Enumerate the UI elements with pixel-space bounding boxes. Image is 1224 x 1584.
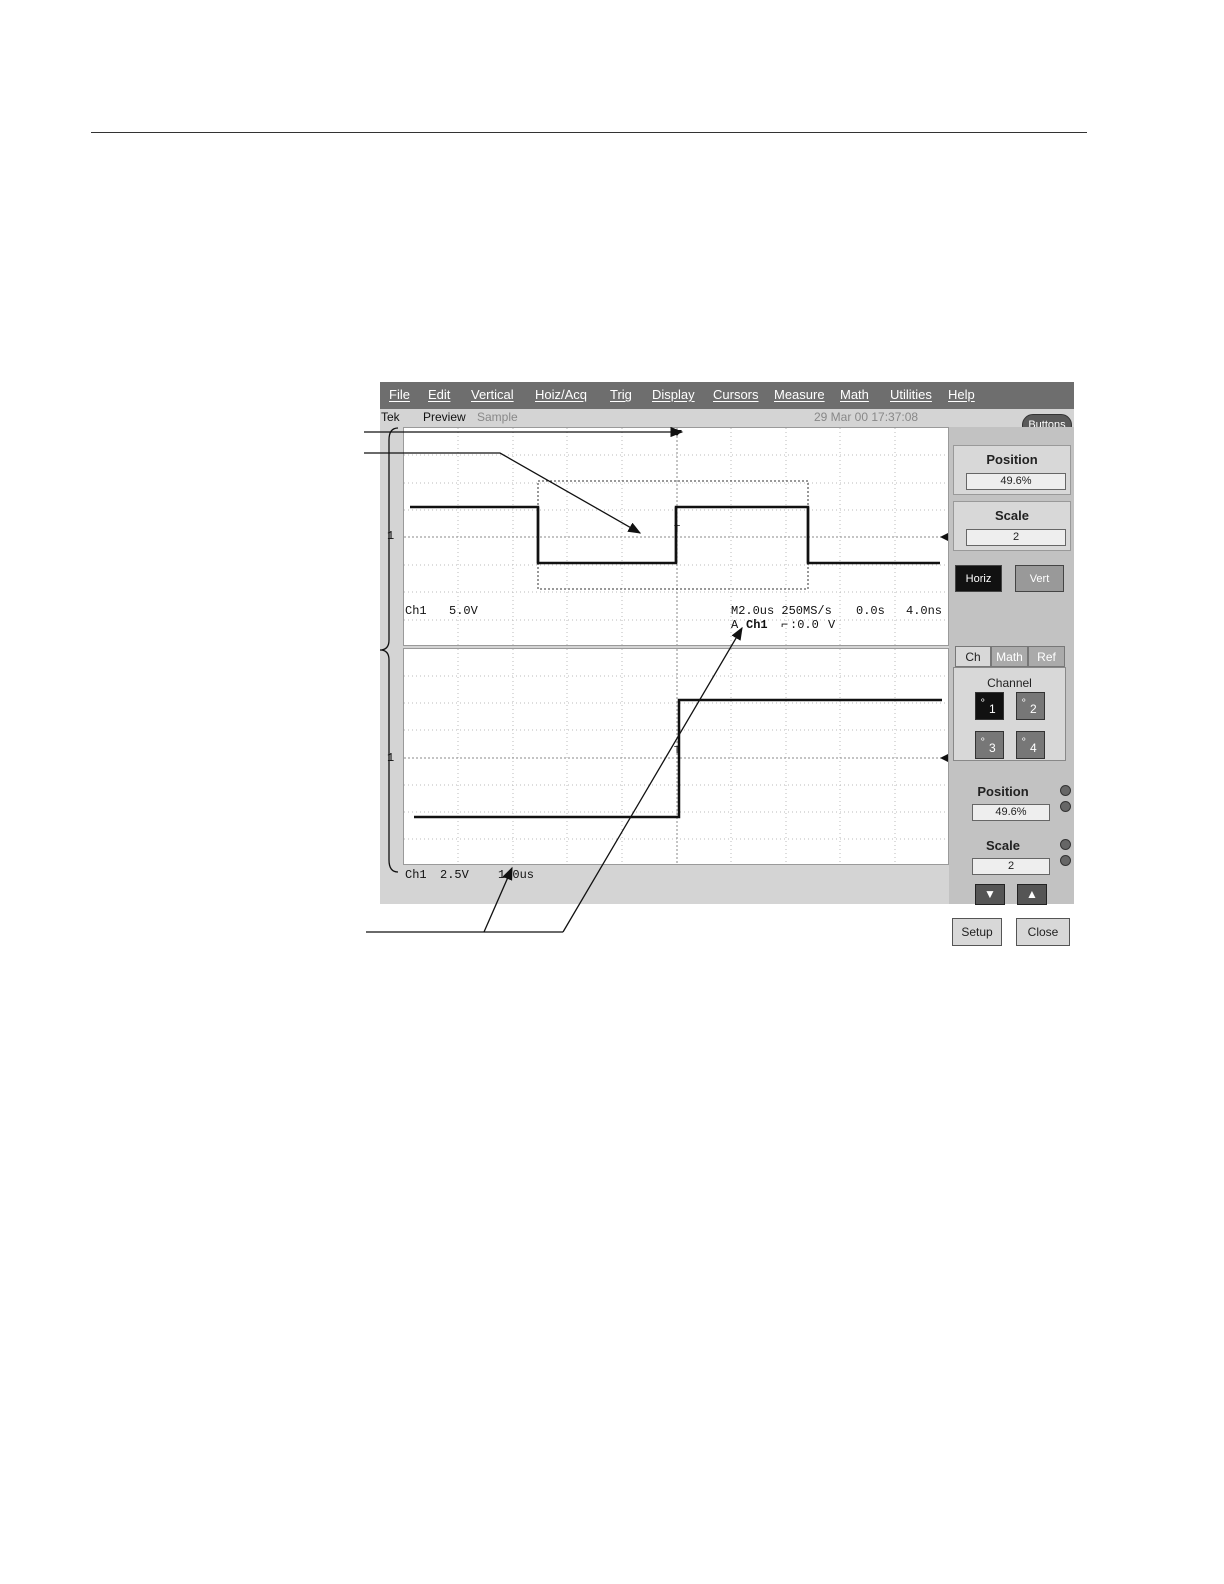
callout-timebase-readout (562, 626, 743, 933)
callout-zoom-box (364, 452, 642, 534)
callout-lower-timebase (483, 866, 513, 933)
callout-lines (364, 426, 743, 933)
display-bracket (379, 427, 399, 873)
